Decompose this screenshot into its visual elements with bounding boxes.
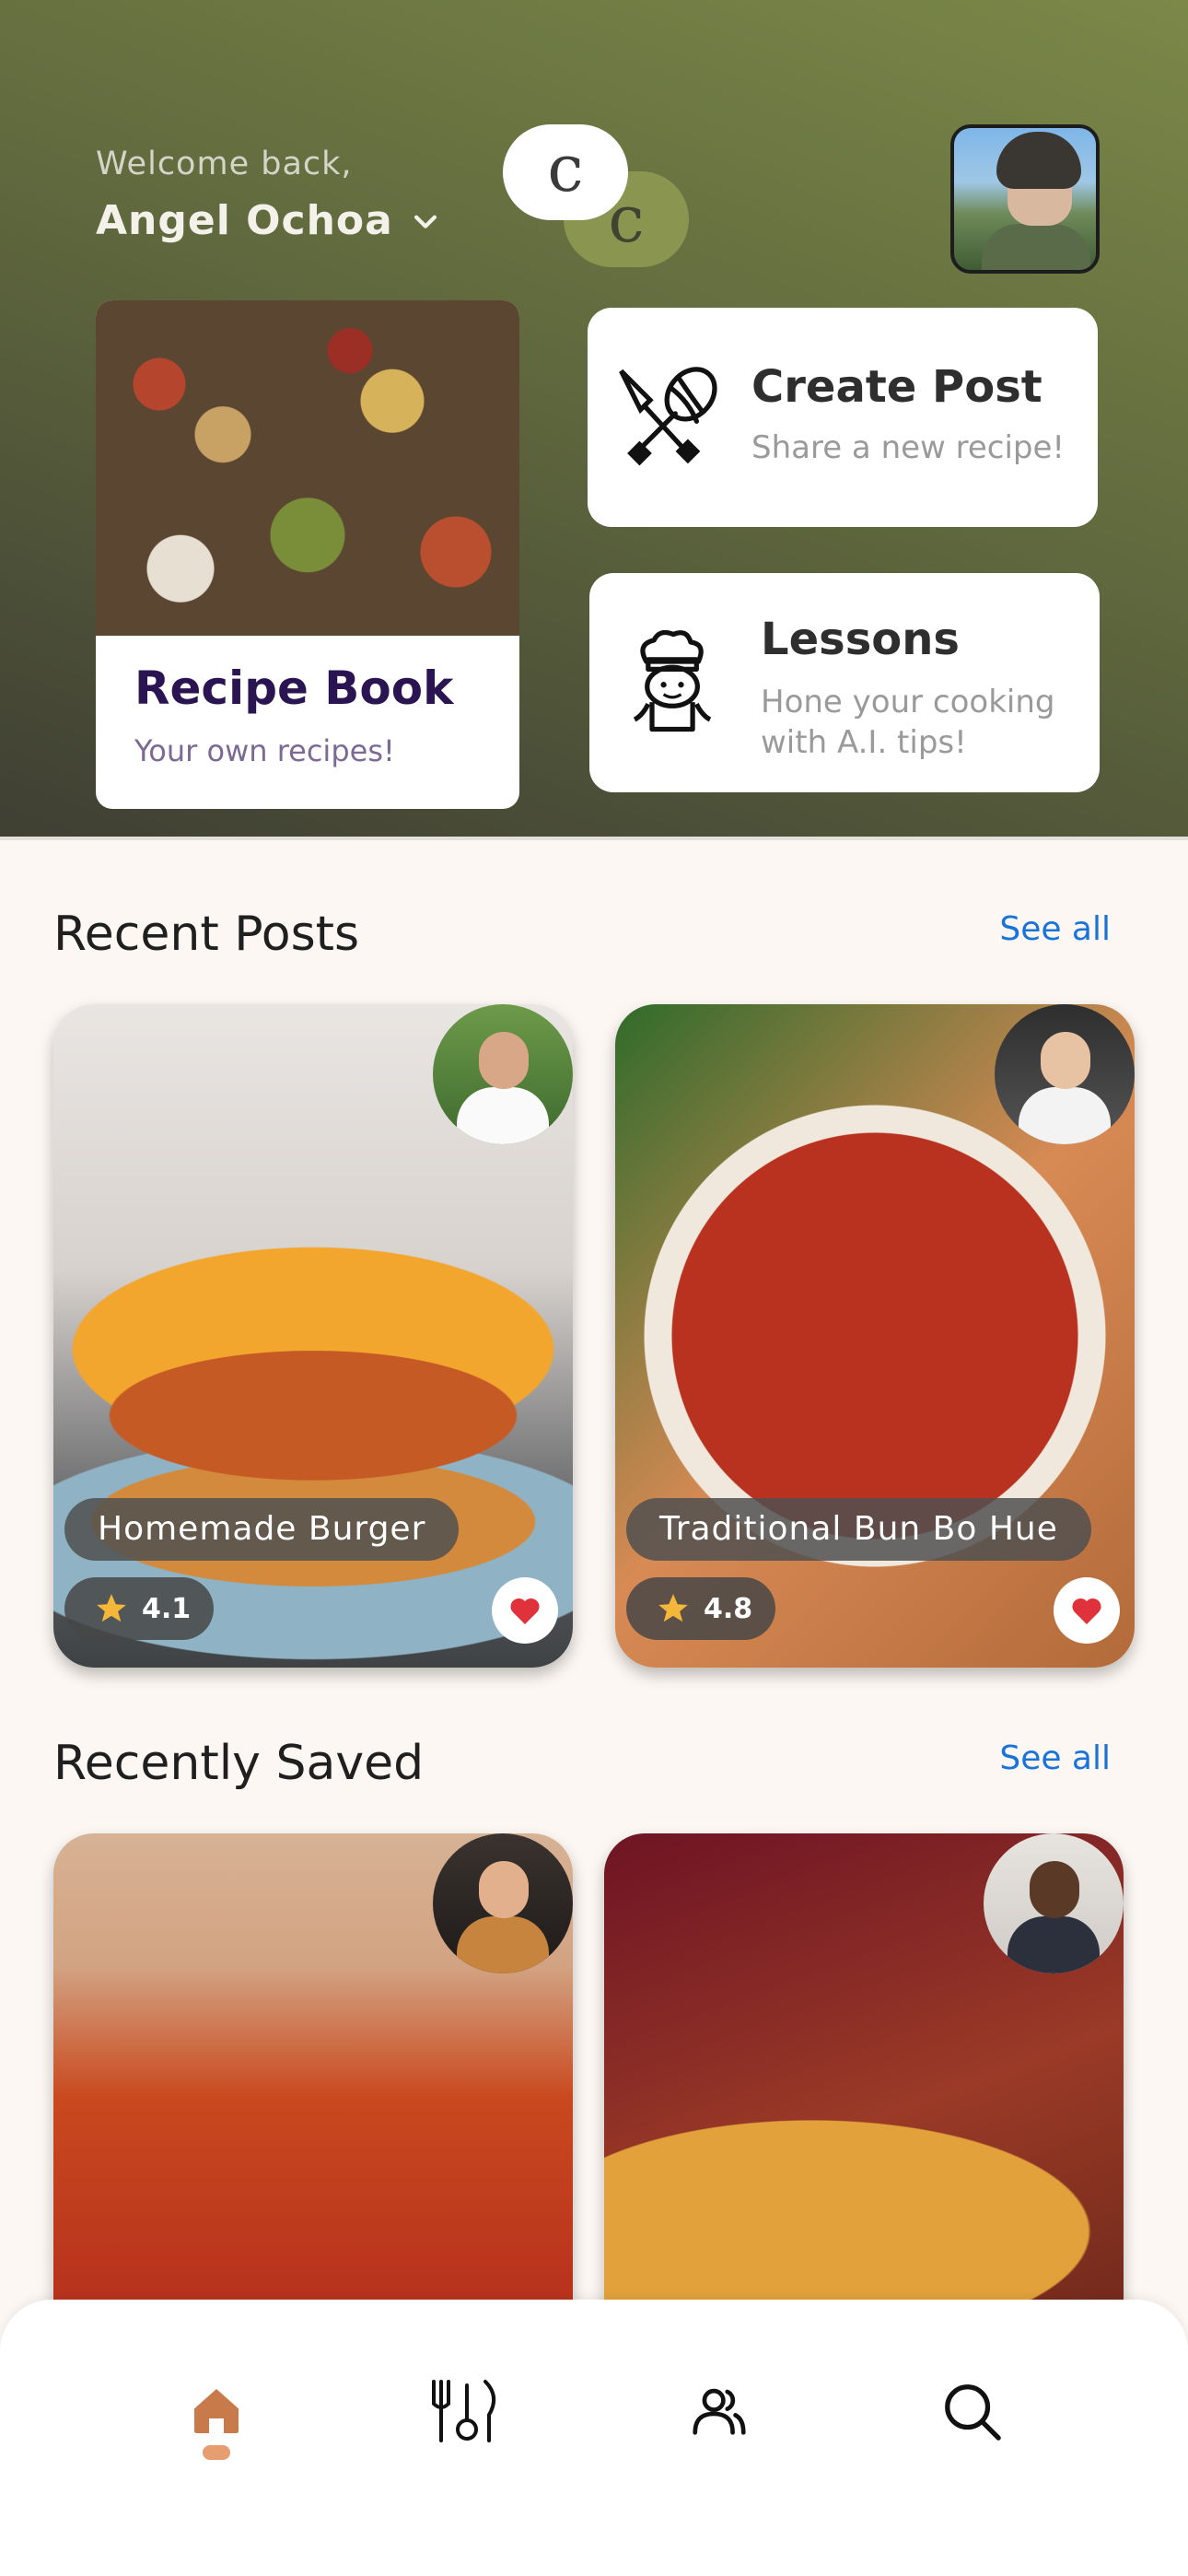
- home-icon: [194, 2389, 239, 2433]
- bottom-nav: [0, 2300, 1188, 2576]
- account-switcher[interactable]: Angel Ochoa: [96, 197, 441, 244]
- recipe-book-card[interactable]: Recipe Book Your own recipes!: [96, 300, 519, 809]
- lessons-card[interactable]: Lessons Hone your cooking with A.I. tips…: [589, 573, 1100, 792]
- recipe-book-subtitle: Your own recipes!: [134, 733, 395, 768]
- active-indicator: [203, 2445, 230, 2460]
- chevron-down-icon: [413, 215, 437, 228]
- recent-posts-see-all[interactable]: See all: [999, 910, 1111, 948]
- author-avatar[interactable]: [433, 1004, 573, 1144]
- star-icon: [97, 1594, 126, 1622]
- welcome-text: Welcome back,: [96, 146, 353, 182]
- user-name: Angel Ochoa: [96, 197, 393, 244]
- chef-icon: [633, 629, 712, 732]
- recent-posts-heading: Recent Posts: [53, 907, 360, 962]
- create-post-card[interactable]: Create Post Share a new recipe!: [588, 308, 1098, 527]
- nav-recipes[interactable]: [425, 2370, 508, 2453]
- post-card-bun-bo-hue[interactable]: Traditional Bun Bo Hue 4.8: [615, 1004, 1135, 1668]
- lessons-title: Lessons: [761, 614, 960, 665]
- recently-saved-see-all[interactable]: See all: [999, 1739, 1111, 1777]
- nav-community[interactable]: [678, 2370, 761, 2453]
- rating-value: 4.8: [704, 1592, 753, 1625]
- rating-badge: 4.1: [64, 1577, 214, 1640]
- heart-icon: [1072, 1598, 1101, 1624]
- app-logo: c: [503, 124, 628, 220]
- star-icon: [658, 1594, 688, 1622]
- create-post-subtitle: Share a new recipe!: [751, 429, 1066, 466]
- dish-name: Homemade Burger: [64, 1498, 460, 1561]
- like-button[interactable]: [1054, 1577, 1120, 1644]
- rating-value: 4.1: [142, 1592, 192, 1625]
- recipe-book-title: Recipe Book: [134, 662, 454, 715]
- post-card-burger[interactable]: Homemade Burger 4.1: [53, 1004, 573, 1668]
- create-post-title: Create Post: [751, 361, 1042, 413]
- profile-avatar[interactable]: [950, 124, 1100, 274]
- author-avatar[interactable]: [995, 1004, 1135, 1144]
- author-avatar[interactable]: [984, 1833, 1124, 1973]
- search-icon: [945, 2384, 1001, 2441]
- dish-name: Traditional Bun Bo Hue: [626, 1498, 1091, 1561]
- whisk-spatula-icon: [619, 367, 717, 466]
- hero-header: Welcome back, Angel Ochoa c c Recipe Boo…: [0, 0, 1188, 840]
- like-button[interactable]: [492, 1577, 558, 1644]
- heart-icon: [510, 1598, 540, 1624]
- recently-saved-heading: Recently Saved: [53, 1736, 425, 1791]
- author-avatar[interactable]: [433, 1833, 573, 1973]
- community-icon: [693, 2388, 746, 2435]
- rating-badge: 4.8: [626, 1577, 775, 1640]
- nav-home[interactable]: [175, 2370, 258, 2453]
- nav-search[interactable]: [930, 2370, 1013, 2453]
- dining-icon: [432, 2380, 496, 2442]
- recipe-book-image: [96, 300, 519, 636]
- lessons-subtitle: Hone your cooking with A.I. tips!: [761, 684, 1055, 761]
